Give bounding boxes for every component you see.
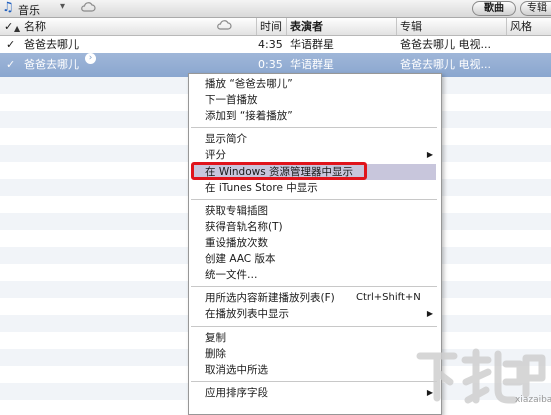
track-album: 爸爸去哪儿 电视... <box>400 38 491 51</box>
menu-divider <box>191 326 437 327</box>
column-name[interactable]: 名称 <box>24 20 46 33</box>
watermark-text: xiazaiba.com <box>515 395 551 405</box>
track-name: 爸爸去哪儿 <box>24 38 79 51</box>
column-check[interactable]: ✓ <box>4 20 13 33</box>
menu-item-show-in-itunes-store[interactable]: 在 iTunes Store 中显示 <box>205 180 318 196</box>
shortcut-label: Ctrl+Shift+N <box>356 292 421 303</box>
submenu-arrow-icon: ▶ <box>426 309 433 318</box>
menu-item-rating[interactable]: 评分 <box>205 147 226 163</box>
track-name-cell: 爸爸去哪儿 › <box>24 53 96 77</box>
cloud-icon[interactable] <box>80 1 96 16</box>
menu-item-reset-plays[interactable]: 重设播放次数 <box>205 235 268 251</box>
column-divider[interactable] <box>286 18 287 35</box>
column-time[interactable]: 时间 <box>260 20 282 33</box>
music-note-icon[interactable]: ♫ <box>2 0 14 16</box>
menu-item-rating-row: 评分 ▶ <box>189 147 439 163</box>
top-toolbar: ♫ 音乐 ▾ 歌曲 专辑 <box>0 0 551 18</box>
albums-view-button[interactable]: 专辑 <box>520 1 551 16</box>
sort-up-icon[interactable]: ▲ <box>14 22 20 35</box>
track-artist: 华语群星 <box>290 38 334 51</box>
menu-item-apply-sort-row: 应用排序字段 ▶ <box>189 385 439 401</box>
column-artist[interactable]: 表演者 <box>290 20 323 33</box>
menu-item-new-playlist-row: 用所选内容新建播放列表(F) Ctrl+Shift+N <box>189 290 439 306</box>
menu-item-play[interactable]: 播放 “爸爸去哪儿” <box>205 76 293 92</box>
menu-item-show-in-playlist[interactable]: 在播放列表中显示 <box>205 306 289 322</box>
column-album[interactable]: 专辑 <box>400 20 422 33</box>
menu-item-consolidate-files[interactable]: 统一文件… <box>205 267 258 283</box>
menu-divider <box>191 286 437 287</box>
menu-item-show-in-playlist-row: 在播放列表中显示 ▶ <box>189 306 439 322</box>
menu-item-uncheck-selection[interactable]: 取消选中所选 <box>205 362 268 378</box>
chevron-down-icon[interactable]: ▾ <box>60 1 65 12</box>
menu-divider <box>191 127 437 128</box>
menu-item-get-track-names[interactable]: 获得音轨名称(T) <box>205 219 283 235</box>
track-row[interactable]: ✓ 爸爸去哪儿 4:35 华语群星 爸爸去哪儿 电视... <box>0 36 551 53</box>
context-menu: 播放 “爸爸去哪儿” 下一首播放 添加到 “接着播放” 显示简介 评分 ▶ 在 … <box>188 73 442 415</box>
track-checkbox[interactable]: ✓ <box>6 36 15 53</box>
column-divider[interactable] <box>506 18 507 35</box>
songs-view-button[interactable]: 歌曲 <box>472 1 516 16</box>
track-time: 4:35 <box>258 38 283 51</box>
column-divider[interactable] <box>396 18 397 35</box>
menu-item-play-next[interactable]: 下一首播放 <box>205 92 258 108</box>
column-genre[interactable]: 风格 <box>510 20 532 33</box>
annotation-highlight-box <box>191 162 367 180</box>
menu-item-apply-sort-field[interactable]: 应用排序字段 <box>205 385 268 401</box>
menu-divider <box>191 199 437 200</box>
column-header: ✓ ▲ 名称 时间 表演者 专辑 风格 <box>0 18 551 36</box>
menu-item-add-up-next[interactable]: 添加到 “接着播放” <box>205 108 293 124</box>
menu-item-copy[interactable]: 复制 <box>205 330 226 346</box>
track-name: 爸爸去哪儿 <box>24 58 79 71</box>
cloud-column-icon[interactable] <box>216 19 232 34</box>
menu-item-create-aac[interactable]: 创建 AAC 版本 <box>205 251 275 267</box>
arrow-right-icon[interactable]: › <box>85 53 96 64</box>
library-title[interactable]: 音乐 <box>18 2 40 18</box>
menu-item-get-artwork[interactable]: 获取专辑插图 <box>205 203 268 219</box>
menu-item-new-playlist[interactable]: 用所选内容新建播放列表(F) <box>205 290 335 306</box>
menu-item-delete[interactable]: 删除 <box>205 346 226 362</box>
track-checkbox[interactable]: ✓ <box>6 53 15 77</box>
menu-divider <box>191 381 437 382</box>
column-divider[interactable] <box>256 18 257 35</box>
menu-item-get-info[interactable]: 显示简介 <box>205 131 247 147</box>
submenu-arrow-icon: ▶ <box>426 150 433 159</box>
